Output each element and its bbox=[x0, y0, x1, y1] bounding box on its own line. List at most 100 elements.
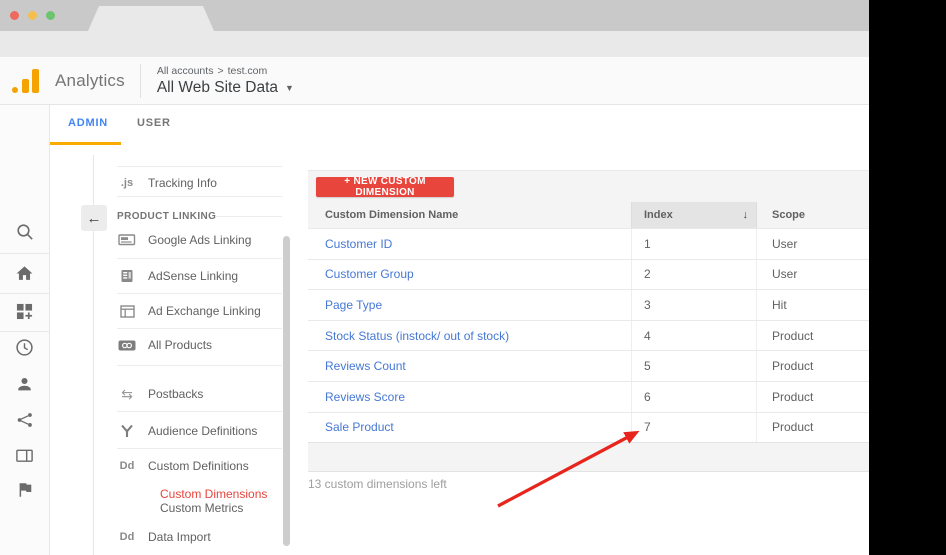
sidebar-item-label: All Products bbox=[148, 338, 213, 352]
table-footer-band bbox=[308, 442, 869, 473]
sidebar-item-custom-metrics[interactable]: Custom Metrics bbox=[160, 501, 243, 515]
ad-exchange-layout-icon bbox=[117, 304, 137, 318]
realtime-clock-icon[interactable] bbox=[0, 338, 49, 357]
table-row: Sale Product 7 Product bbox=[308, 411, 869, 443]
scope-cell: Product bbox=[772, 420, 814, 435]
browser-window: Analytics All accounts > test.com All We… bbox=[0, 0, 869, 555]
behavior-card-icon[interactable] bbox=[0, 446, 49, 465]
breadcrumb-accounts[interactable]: All accounts bbox=[157, 65, 214, 77]
table-header-row: Custom Dimension Name Index ↓ Scope bbox=[308, 202, 869, 228]
rail-divider bbox=[0, 293, 49, 294]
scope-cell: Hit bbox=[772, 297, 787, 312]
dimension-link[interactable]: Page Type bbox=[325, 298, 382, 312]
sidebar-item-label: Data Import bbox=[148, 530, 211, 544]
custom-dimensions-table: Custom Dimension Name Index ↓ Scope Cust… bbox=[308, 202, 869, 473]
tab-user[interactable]: USER bbox=[137, 117, 171, 129]
sidebar-divider bbox=[117, 328, 282, 329]
close-button[interactable] bbox=[10, 11, 19, 20]
sidebar-item-label: Tracking Info bbox=[148, 176, 217, 190]
index-cell: 2 bbox=[632, 259, 757, 290]
sidebar-item-postbacks[interactable]: ⇆ Postbacks bbox=[117, 383, 277, 405]
js-icon: .js bbox=[120, 177, 134, 189]
scope-cell: User bbox=[772, 236, 798, 251]
new-custom-dimension-button[interactable]: + NEW CUSTOM DIMENSION bbox=[316, 176, 454, 198]
ad-banner-icon bbox=[117, 234, 137, 246]
minimize-button[interactable] bbox=[28, 11, 37, 20]
tab-admin[interactable]: ADMIN bbox=[68, 117, 108, 129]
attribution-share-icon[interactable] bbox=[0, 411, 49, 429]
scope-cell: Product bbox=[772, 328, 814, 343]
desktop-background: Analytics All accounts > test.com All We… bbox=[0, 0, 946, 555]
dimension-link[interactable]: Reviews Score bbox=[325, 390, 405, 404]
customization-grid-icon[interactable] bbox=[0, 303, 49, 320]
analytics-logo-icon bbox=[12, 68, 42, 94]
dimension-link[interactable]: Customer ID bbox=[325, 237, 392, 251]
section-product-linking: PRODUCT LINKING bbox=[117, 211, 217, 222]
sidebar-scrollbar[interactable] bbox=[283, 236, 290, 546]
sidebar-item-label: Google Ads Linking bbox=[148, 233, 252, 247]
index-cell: 6 bbox=[632, 381, 757, 412]
sidebar-item-adsense-linking[interactable]: AdSense Linking bbox=[117, 265, 277, 287]
property-selector[interactable]: All Web Site Data ▼ bbox=[157, 79, 294, 97]
dd-icon: Dd bbox=[119, 460, 135, 472]
scope-cell: User bbox=[772, 267, 798, 282]
table-row: Stock Status (instock/ out of stock) 4 P… bbox=[308, 319, 869, 351]
remaining-dimensions-note: 13 custom dimensions left bbox=[308, 477, 447, 491]
audience-person-icon[interactable] bbox=[0, 375, 49, 394]
sidebar-item-label: Custom Definitions bbox=[148, 459, 249, 473]
app-header: Analytics All accounts > test.com All We… bbox=[0, 57, 869, 105]
index-cell: 7 bbox=[632, 412, 757, 443]
back-arrow-icon: ← bbox=[86, 209, 102, 227]
sidebar-divider bbox=[117, 293, 282, 294]
browser-tab[interactable] bbox=[88, 6, 214, 31]
table-row: Page Type 3 Hit bbox=[308, 289, 869, 320]
browser-toolbar bbox=[0, 31, 869, 57]
table-row: Customer ID 1 User bbox=[308, 228, 869, 259]
header-divider bbox=[139, 63, 141, 98]
dimension-link[interactable]: Sale Product bbox=[325, 420, 394, 434]
table-row: Customer Group 2 User bbox=[308, 258, 869, 290]
dimension-link[interactable]: Stock Status (instock/ out of stock) bbox=[325, 329, 509, 343]
adsense-doc-icon bbox=[117, 269, 137, 283]
sidebar-item-ad-exchange-linking[interactable]: Ad Exchange Linking bbox=[117, 300, 277, 322]
conversions-flag-icon[interactable] bbox=[0, 481, 49, 499]
dimension-link[interactable]: Reviews Count bbox=[325, 359, 406, 373]
dimension-link[interactable]: Customer Group bbox=[325, 267, 414, 281]
sidebar-item-google-ads-linking[interactable]: Google Ads Linking bbox=[117, 229, 277, 251]
sidebar-divider bbox=[117, 411, 282, 412]
sidebar-item-tracking-info[interactable]: .js Tracking Info bbox=[117, 172, 277, 194]
dd-icon: Dd bbox=[119, 531, 135, 543]
index-cell: 5 bbox=[632, 351, 757, 381]
sidebar-item-audience-definitions[interactable]: Audience Definitions bbox=[117, 420, 277, 442]
sidebar-item-custom-definitions[interactable]: Dd Custom Definitions bbox=[117, 455, 277, 477]
chevron-down-icon: ▼ bbox=[285, 82, 294, 93]
column-header-index[interactable]: Index ↓ bbox=[632, 202, 757, 228]
index-cell: 3 bbox=[632, 290, 757, 320]
column-header-index-label: Index bbox=[644, 209, 673, 221]
maximize-button[interactable] bbox=[46, 11, 55, 20]
search-icon[interactable] bbox=[0, 223, 49, 241]
rail-divider bbox=[0, 331, 49, 332]
scope-cell: Product bbox=[772, 389, 814, 404]
column-header-name[interactable]: Custom Dimension Name bbox=[308, 202, 632, 228]
home-icon[interactable] bbox=[0, 264, 49, 283]
property-name: All Web Site Data bbox=[156, 78, 279, 96]
sidebar-divider bbox=[117, 166, 282, 167]
left-icon-rail bbox=[0, 105, 50, 555]
sidebar-item-label: Ad Exchange Linking bbox=[148, 304, 261, 318]
breadcrumb-separator: > bbox=[217, 64, 224, 77]
sidebar-item-all-products[interactable]: All Products bbox=[117, 334, 277, 356]
sidebar-item-label: Postbacks bbox=[148, 387, 204, 401]
sidebar-item-data-import[interactable]: Dd Data Import bbox=[117, 526, 277, 548]
sidebar-divider bbox=[117, 196, 282, 197]
back-button[interactable]: ← bbox=[81, 205, 107, 231]
index-cell: 4 bbox=[632, 320, 757, 351]
rail-divider bbox=[0, 253, 49, 254]
table-row: Reviews Count 5 Product bbox=[308, 350, 869, 381]
active-tab-underline bbox=[50, 142, 121, 145]
sync-arrows-icon: ⇆ bbox=[121, 385, 133, 402]
breadcrumb-site[interactable]: test.com bbox=[228, 65, 268, 77]
column-header-scope[interactable]: Scope bbox=[757, 202, 869, 228]
sidebar-item-custom-dimensions[interactable]: Custom Dimensions bbox=[160, 487, 267, 501]
audience-y-icon bbox=[117, 424, 137, 438]
